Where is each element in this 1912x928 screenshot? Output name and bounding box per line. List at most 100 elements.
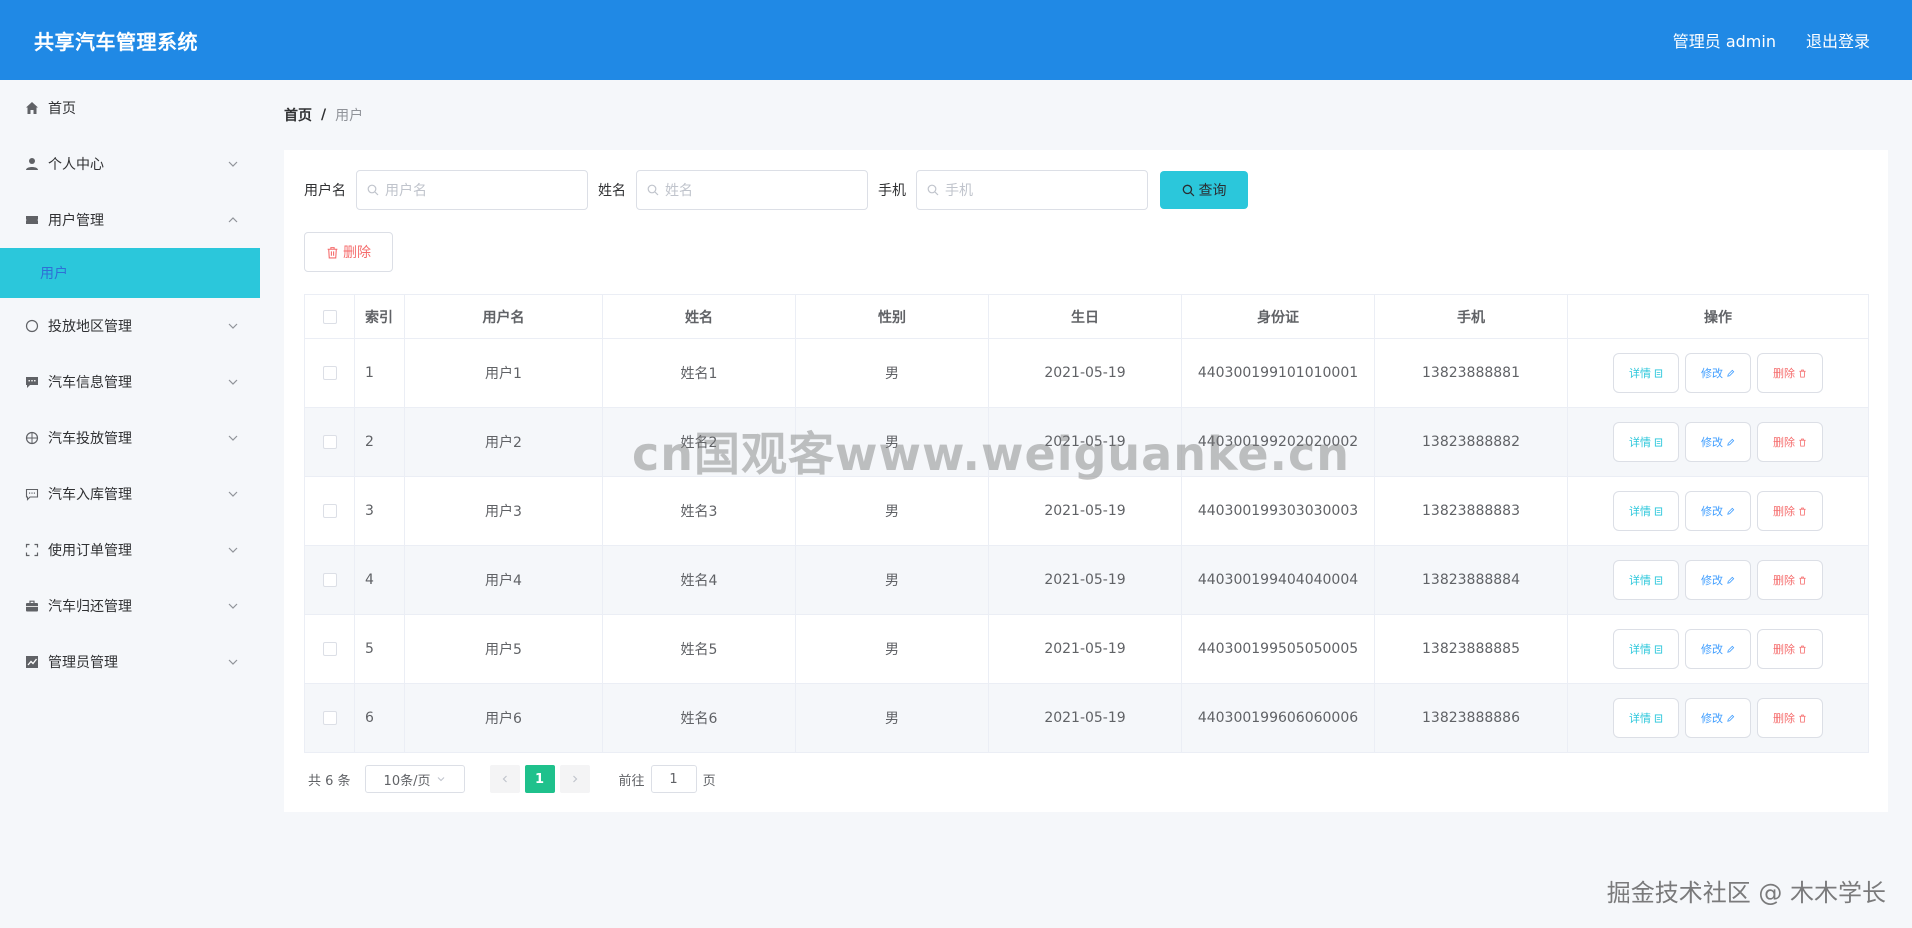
home-icon: [24, 100, 40, 116]
phone-cell: 13823888884: [1374, 545, 1568, 615]
name-cell: 姓名4: [602, 545, 796, 615]
trash-icon: [1799, 507, 1806, 516]
edit-button[interactable]: 修改: [1685, 698, 1751, 738]
sidebar-item-profile[interactable]: 个人中心: [0, 136, 260, 192]
page-number-button[interactable]: 1: [524, 765, 555, 793]
sidebar-item-car-info[interactable]: 汽车信息管理: [0, 354, 260, 410]
edit-label: 修改: [1701, 436, 1723, 449]
index-cell: 3: [354, 476, 405, 546]
phone-cell: 13823888885: [1374, 614, 1568, 684]
sidebar-item-home[interactable]: 首页: [0, 80, 260, 136]
username-cell: 用户4: [404, 545, 603, 615]
name-cell: 姓名1: [602, 338, 796, 408]
delete-label: 删除: [1773, 367, 1795, 380]
detail-button[interactable]: 详情: [1613, 629, 1679, 669]
goto-suffix: 页: [702, 773, 716, 789]
query-button[interactable]: 查询: [1160, 171, 1248, 209]
chevron-down-icon: [226, 375, 240, 389]
sidebar-item-label: 汽车归还管理: [48, 599, 132, 615]
table-row: 6 用户6 姓名6 男 2021-05-19 440300199606060006 1382…: [304, 683, 1869, 753]
next-page-button[interactable]: [559, 765, 590, 793]
sidebar-item-car-stock[interactable]: 汽车入库管理: [0, 466, 260, 522]
phone-placeholder: 手机: [945, 183, 973, 199]
name-cell: 姓名3: [602, 476, 796, 546]
chart-icon: [24, 654, 40, 670]
delete-button[interactable]: 删除: [1757, 560, 1823, 600]
sidebar-item-orders[interactable]: 使用订单管理: [0, 522, 260, 578]
row-checkbox[interactable]: [322, 366, 337, 380]
row-checkbox[interactable]: [322, 573, 337, 587]
delete-button[interactable]: 删除: [1757, 491, 1823, 531]
chevron-down-icon: [226, 599, 240, 613]
content-panel: 用户名 用户名 姓名 姓名 手机 手机 查询 删除 索引 用户名 姓名 性别 生…: [284, 150, 1888, 812]
username-search-input[interactable]: 用户名: [356, 170, 588, 210]
sidebar-item-label: 首页: [48, 101, 76, 117]
breadcrumb-home[interactable]: 首页: [284, 105, 312, 125]
sidebar-item-label: 汽车入库管理: [48, 487, 132, 503]
document-icon: [1654, 368, 1663, 378]
name-cell: 姓名6: [602, 683, 796, 753]
edit-button[interactable]: 修改: [1685, 353, 1751, 393]
birthday-cell: 2021-05-19: [988, 545, 1182, 615]
chevron-down-icon: [437, 777, 444, 782]
name-search-input[interactable]: 姓名: [636, 170, 868, 210]
detail-button[interactable]: 详情: [1613, 353, 1679, 393]
delete-button[interactable]: 删除: [1757, 353, 1823, 393]
phone-cell: 13823888882: [1374, 407, 1568, 477]
table-row: 4 用户4 姓名4 男 2021-05-19 440300199404040004 1382…: [304, 545, 1869, 615]
column-header: 用户名: [404, 294, 603, 339]
edit-label: 修改: [1701, 367, 1723, 380]
chat-icon: [24, 486, 40, 502]
id-card-cell: 440300199303030003: [1181, 476, 1375, 546]
chevron-left-icon: [502, 775, 507, 783]
edit-button[interactable]: 修改: [1685, 491, 1751, 531]
detail-label: 详情: [1629, 643, 1651, 656]
row-select-cell: [304, 545, 355, 615]
goto-page-input[interactable]: 1: [650, 765, 697, 793]
delete-button[interactable]: 删除: [1757, 422, 1823, 462]
detail-button[interactable]: 详情: [1613, 698, 1679, 738]
row-checkbox[interactable]: [322, 435, 337, 449]
detail-button[interactable]: 详情: [1613, 422, 1679, 462]
row-checkbox[interactable]: [322, 642, 337, 656]
delete-button[interactable]: 删除: [1757, 698, 1823, 738]
credit-watermark: 掘金技术社区 @ 木木学长: [1606, 879, 1886, 907]
select-all-header: [304, 294, 355, 339]
sidebar-item-car-deploy[interactable]: 汽车投放管理: [0, 410, 260, 466]
detail-label: 详情: [1629, 436, 1651, 449]
name-cell: 姓名2: [602, 407, 796, 477]
sidebar-item-label: 用户管理: [48, 213, 104, 229]
prev-page-button[interactable]: [489, 765, 520, 793]
delete-button[interactable]: 删除: [1757, 629, 1823, 669]
admin-user-label[interactable]: 管理员 admin: [1673, 28, 1776, 52]
page-size-select[interactable]: 10条/页: [364, 765, 465, 793]
edit-icon: [1727, 714, 1735, 722]
sidebar-item-region[interactable]: 投放地区管理: [0, 298, 260, 354]
compass-icon: [24, 318, 40, 334]
sidebar-item-users[interactable]: 用户管理: [0, 192, 260, 248]
batch-delete-button[interactable]: 删除: [304, 232, 393, 272]
chevron-right-icon: [572, 775, 577, 783]
edit-button[interactable]: 修改: [1685, 629, 1751, 669]
row-checkbox[interactable]: [322, 711, 337, 725]
table-row: 1 用户1 姓名1 男 2021-05-19 440300199101010001 1382…: [304, 338, 1869, 408]
edit-button[interactable]: 修改: [1685, 422, 1751, 462]
actions-cell: 详情 修改 删除: [1567, 476, 1869, 546]
detail-button[interactable]: 详情: [1613, 560, 1679, 600]
sidebar-item-admins[interactable]: 管理员管理: [0, 634, 260, 690]
edit-label: 修改: [1701, 643, 1723, 656]
logout-link[interactable]: 退出登录: [1806, 28, 1870, 52]
sidebar-subitem-user[interactable]: 用户: [0, 248, 260, 298]
phone-search-input[interactable]: 手机: [916, 170, 1148, 210]
message-icon: [24, 374, 40, 390]
index-cell: 4: [354, 545, 405, 615]
search-icon: [367, 184, 379, 196]
row-checkbox[interactable]: [322, 504, 337, 518]
edit-button[interactable]: 修改: [1685, 560, 1751, 600]
fullscreen-icon: [24, 542, 40, 558]
detail-button[interactable]: 详情: [1613, 491, 1679, 531]
goto-page: 前往 1 页: [619, 765, 716, 793]
select-all-checkbox[interactable]: [322, 309, 337, 324]
birthday-cell: 2021-05-19: [988, 683, 1182, 753]
sidebar-item-car-return[interactable]: 汽车归还管理: [0, 578, 260, 634]
